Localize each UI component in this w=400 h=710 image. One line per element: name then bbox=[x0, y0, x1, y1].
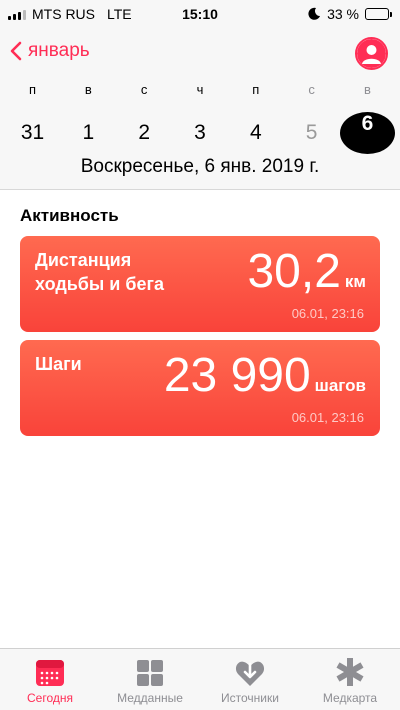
tab-bar: Сегодня Медданные Источники Медкарта bbox=[0, 648, 400, 710]
tab-label: Источники bbox=[221, 691, 279, 705]
card-label: Дистанция ходьбы и бега bbox=[35, 250, 165, 294]
weekday-label: с bbox=[140, 82, 148, 97]
card-value: 30,2 км bbox=[247, 242, 366, 302]
distance-card[interactable]: Дистанция ходьбы и бега 30,2 км 06.01, 2… bbox=[20, 236, 380, 332]
card-unit: шагов bbox=[314, 376, 366, 395]
tab-medical-id[interactable]: Медкарта bbox=[300, 649, 400, 710]
card-number: 30,2 bbox=[247, 245, 341, 298]
card-value: 23 990 шагов bbox=[164, 346, 366, 406]
weekday-label: в bbox=[364, 82, 371, 97]
person-icon bbox=[357, 39, 386, 68]
tab-label: Медкарта bbox=[322, 691, 378, 705]
battery-icon bbox=[365, 8, 392, 20]
card-unit: км bbox=[344, 272, 366, 291]
network-type: LTE bbox=[107, 6, 132, 22]
battery-percent: 33 % bbox=[327, 6, 359, 22]
status-left: MTS RUS LTE bbox=[8, 6, 132, 22]
calendar-header: январь п в с ч п с в 31 1 2 3 4 5 6 Воск… bbox=[0, 28, 400, 190]
weekday-row: п в с ч п с в bbox=[5, 82, 395, 97]
grid-icon bbox=[137, 660, 163, 686]
moon-icon bbox=[308, 7, 321, 20]
section-title: Активность bbox=[20, 206, 119, 225]
date-caption: Воскресенье, 6 янв. 2019 г. bbox=[80, 156, 320, 177]
chevron-left-icon bbox=[10, 41, 22, 61]
weekday-label: п bbox=[252, 82, 260, 97]
card-number: 23 990 bbox=[163, 349, 311, 402]
day-31[interactable]: 31 bbox=[5, 121, 60, 145]
steps-card[interactable]: Шаги 23 990 шагов 06.01, 23:16 bbox=[20, 340, 380, 436]
status-bar: MTS RUS LTE 15:10 33 % bbox=[0, 0, 400, 28]
card-timestamp: 06.01, 23:16 bbox=[291, 306, 364, 321]
weekday-label: п bbox=[28, 82, 37, 97]
day-6-selected[interactable]: 6 bbox=[339, 112, 395, 154]
day-1[interactable]: 1 bbox=[61, 121, 116, 145]
asterisk-icon bbox=[336, 658, 364, 686]
carrier-name: MTS RUS bbox=[32, 6, 95, 22]
card-timestamp: 06.01, 23:16 bbox=[291, 410, 364, 425]
weekday-label: ч bbox=[196, 82, 204, 97]
tab-label: Медданные bbox=[117, 691, 183, 705]
day-row: 31 1 2 3 4 5 6 bbox=[5, 112, 395, 154]
day-6-wrap[interactable]: 6 bbox=[339, 112, 395, 154]
day-5[interactable]: 5 bbox=[284, 121, 339, 145]
status-right: 33 % bbox=[307, 6, 392, 22]
weekday-label: с bbox=[308, 82, 315, 97]
tab-label: Сегодня bbox=[27, 691, 73, 705]
weekday-label: в bbox=[84, 82, 92, 97]
heart-arrow-icon bbox=[235, 661, 265, 686]
day-4[interactable]: 4 bbox=[228, 121, 283, 145]
signal-icon bbox=[8, 8, 26, 20]
today-icon bbox=[36, 660, 64, 686]
tab-sources[interactable]: Источники bbox=[200, 649, 300, 710]
day-3[interactable]: 3 bbox=[172, 121, 227, 145]
profile-button[interactable] bbox=[355, 37, 388, 70]
tab-today[interactable]: Сегодня bbox=[0, 649, 100, 710]
tab-health-data[interactable]: Медданные bbox=[100, 649, 200, 710]
month-label: январь bbox=[28, 40, 90, 61]
back-to-month-button[interactable]: январь bbox=[10, 40, 90, 62]
day-2[interactable]: 2 bbox=[117, 121, 172, 145]
